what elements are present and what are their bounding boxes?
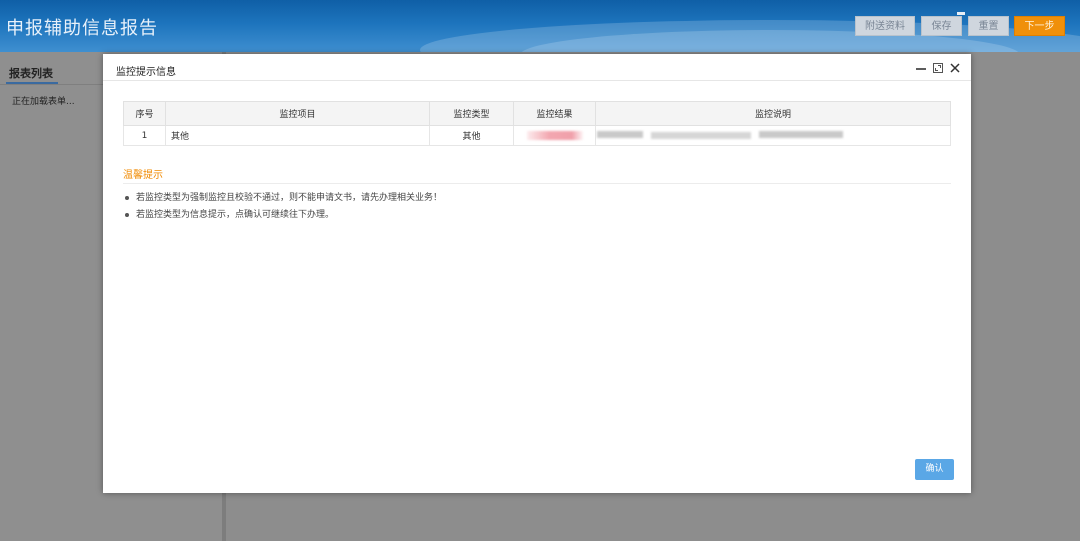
header-decoration (957, 12, 965, 15)
tab-report-list[interactable]: 报表列表 (9, 65, 53, 81)
redacted-description (651, 132, 751, 139)
column-header-index: 序号 (123, 101, 166, 126)
page-title: 申报辅助信息报告 (6, 18, 158, 39)
attach-materials-button[interactable]: 附送资料 (855, 16, 915, 36)
redacted-result (527, 131, 583, 140)
next-step-button[interactable]: 下一步 (1014, 16, 1065, 36)
redacted-description (759, 131, 843, 138)
column-header-item: 监控项目 (165, 101, 430, 126)
app-header: 申报辅助信息报告 附送资料 保存 重置 下一步 (0, 0, 1080, 52)
cell-index: 1 (123, 125, 166, 146)
divider (123, 183, 951, 184)
close-icon[interactable] (948, 61, 962, 75)
minimize-icon[interactable] (914, 61, 928, 75)
column-header-result: 监控结果 (513, 101, 596, 126)
save-button[interactable]: 保存 (921, 16, 962, 36)
confirm-button[interactable]: 确认 (915, 459, 954, 480)
loading-text: 正在加载表单... (12, 97, 75, 107)
tip-item: 若监控类型为信息提示，点确认可继续往下办理。 (125, 207, 334, 220)
maximize-icon[interactable] (931, 61, 945, 75)
bullet-icon (125, 212, 129, 217)
tip-text: 若监控类型为强制监控且校验不通过，则不能申请文书，请先办理相关业务！ (136, 193, 443, 203)
tip-item: 若监控类型为强制监控且校验不通过，则不能申请文书，请先办理相关业务！ (125, 190, 442, 203)
column-header-description: 监控说明 (595, 101, 951, 126)
monitor-info-dialog: 监控提示信息 序号 监控项目 监控类型 监控结果 监控说明 1 其他 其他 温馨… (103, 54, 971, 493)
cell-type: 其他 (429, 125, 514, 146)
redacted-description (597, 131, 643, 138)
column-header-type: 监控类型 (429, 101, 514, 126)
cell-item: 其他 (165, 125, 430, 146)
reset-button[interactable]: 重置 (968, 16, 1009, 36)
tip-text: 若监控类型为信息提示，点确认可继续往下办理。 (136, 210, 335, 220)
dialog-title: 监控提示信息 (116, 67, 176, 78)
divider (103, 80, 971, 81)
bullet-icon (125, 195, 129, 200)
tips-heading: 温馨提示 (123, 170, 163, 181)
